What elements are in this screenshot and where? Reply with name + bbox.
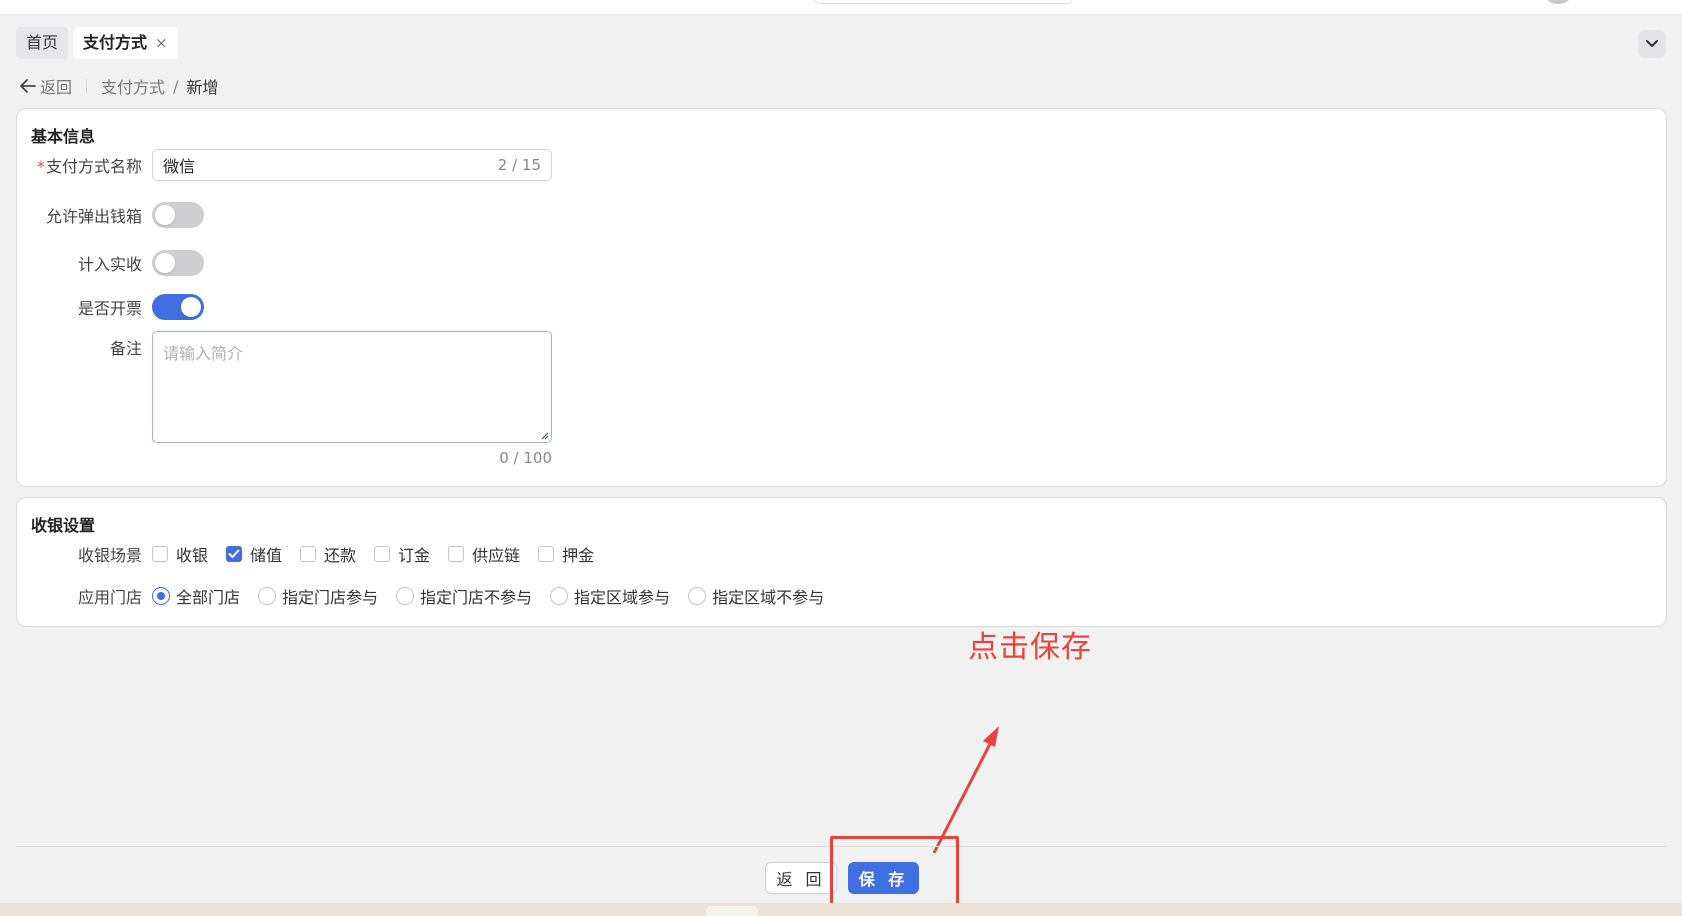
- breadcrumb-divider: [86, 79, 88, 93]
- name-field-row: *支付方式名称 微信 2 / 15: [17, 149, 552, 181]
- scene-option-deposit-order[interactable]: 订金: [374, 542, 430, 566]
- basic-info-card: 基本信息 *支付方式名称 微信 2 / 15 允许弹出钱箱 计入实收 是否开票 …: [16, 108, 1667, 487]
- radio[interactable]: [396, 587, 415, 605]
- store-option-exclude-stores[interactable]: 指定门店不参与: [396, 584, 532, 608]
- payment-name-input[interactable]: 微信 2 / 15: [152, 149, 552, 181]
- scene-option-cashier[interactable]: 收银: [152, 542, 208, 566]
- store-option-include-regions[interactable]: 指定区域参与: [550, 584, 670, 608]
- annotation-highlight-box: [830, 836, 959, 911]
- annotation-text: 点击保存: [968, 630, 1092, 665]
- invoice-toggle[interactable]: [152, 294, 204, 320]
- back-link[interactable]: 返回: [20, 74, 72, 98]
- store-option-exclude-regions[interactable]: 指定区域不参与: [688, 584, 824, 608]
- radio[interactable]: [688, 587, 707, 605]
- checkbox[interactable]: [300, 546, 317, 562]
- back-link-label: 返回: [40, 78, 73, 97]
- applied-stores-row: 应用门店 全部门店 指定门店参与 指定门店不参与 指定区域参与 指定区域不参与: [17, 584, 842, 608]
- radio[interactable]: [550, 587, 569, 605]
- breadcrumb-item-payment-method[interactable]: 支付方式: [101, 74, 165, 98]
- toggle-knob: [155, 253, 175, 273]
- tab-home[interactable]: 首页: [16, 27, 69, 59]
- radio[interactable]: [258, 587, 277, 605]
- checkbox[interactable]: [448, 546, 465, 562]
- header-search-box[interactable]: [815, 0, 1072, 4]
- check-icon: [228, 549, 240, 558]
- payment-name-value: 微信: [163, 157, 196, 176]
- store-option-all[interactable]: 全部门店: [152, 584, 240, 608]
- scene-option-supply-chain[interactable]: 供应链: [448, 542, 520, 566]
- applied-stores-label: 应用门店: [77, 588, 142, 607]
- cashier-scene-row: 收银场景 收银 储值 还款 订金 供应链 押金: [17, 542, 612, 566]
- switch-label-cashbox: 允许弹出钱箱: [45, 207, 142, 226]
- name-field-label: *支付方式名称: [36, 157, 142, 176]
- tab-collapse-button[interactable]: [1638, 30, 1666, 58]
- breadcrumb-item-current: 新增: [186, 78, 219, 97]
- remark-label: 备注: [109, 339, 142, 358]
- checkbox[interactable]: [538, 546, 555, 562]
- resize-grip-icon[interactable]: [539, 430, 549, 440]
- chevron-down-icon: [1646, 40, 1658, 47]
- cashbox-toggle[interactable]: [152, 202, 204, 228]
- scene-option-repayment[interactable]: 还款: [300, 542, 356, 566]
- avatar[interactable]: [1545, 0, 1571, 4]
- scene-option-stored-value[interactable]: 储值: [226, 542, 282, 566]
- taskbar-tab[interactable]: [706, 906, 758, 916]
- remark-counter: 0 / 100: [499, 449, 552, 467]
- cashier-scene-label: 收银场景: [77, 546, 142, 565]
- toggle-knob: [155, 205, 175, 225]
- actual-income-toggle[interactable]: [152, 250, 204, 276]
- checkbox[interactable]: [374, 546, 391, 562]
- page-tab-bar: 首页 支付方式 ×: [16, 27, 178, 59]
- top-header-strip: [0, 0, 1682, 15]
- toggle-knob: [181, 297, 201, 317]
- close-icon[interactable]: ×: [155, 27, 168, 59]
- basic-info-title: 基本信息: [31, 127, 96, 146]
- required-mark: *: [36, 157, 45, 176]
- switch-row-invoice: 是否开票: [17, 294, 204, 320]
- radio-dot: [157, 592, 165, 600]
- arrow-left-icon: [20, 79, 36, 93]
- switch-label-invoice: 是否开票: [77, 299, 142, 318]
- payment-name-counter: 2 / 15: [497, 156, 541, 174]
- switch-row-actual-income: 计入实收: [17, 250, 204, 276]
- back-button[interactable]: 返 回: [765, 862, 837, 894]
- switch-row-cashbox: 允许弹出钱箱: [17, 202, 204, 228]
- remark-placeholder: 请输入简介: [163, 344, 244, 363]
- switch-label-actual-income: 计入实收: [77, 255, 142, 274]
- tab-payment-method-label: 支付方式: [83, 33, 148, 52]
- tab-payment-method[interactable]: 支付方式 ×: [73, 27, 178, 59]
- remark-row: 备注: [17, 335, 152, 359]
- tab-home-label: 首页: [26, 33, 59, 52]
- store-option-include-stores[interactable]: 指定门店参与: [258, 584, 378, 608]
- remark-textarea[interactable]: 请输入简介: [152, 331, 552, 443]
- cashier-settings-card: 收银设置 收银场景 收银 储值 还款 订金 供应链 押金 应用门店 全部门店 指…: [16, 497, 1667, 627]
- cashier-settings-title: 收银设置: [31, 516, 96, 535]
- radio-selected[interactable]: [152, 587, 170, 605]
- scene-option-pledge[interactable]: 押金: [538, 542, 594, 566]
- breadcrumb-separator: /: [173, 76, 179, 96]
- breadcrumb: 返回 支付方式 / 新增: [20, 74, 218, 98]
- checkbox-checked[interactable]: [226, 546, 243, 562]
- checkbox[interactable]: [152, 546, 168, 562]
- bottom-taskbar-strip: [0, 903, 1682, 916]
